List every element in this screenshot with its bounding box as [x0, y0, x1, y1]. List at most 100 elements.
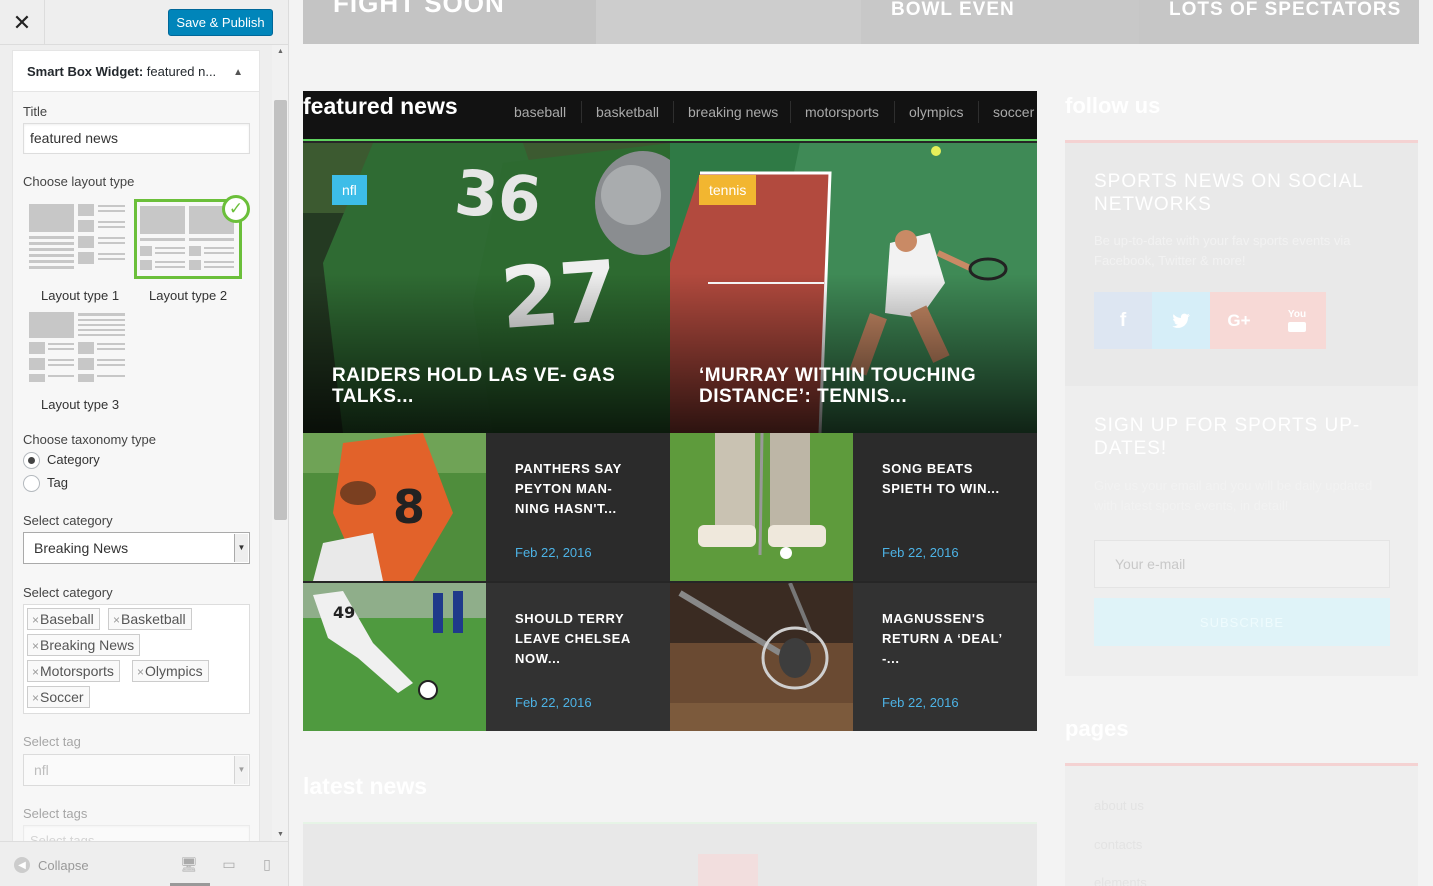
slide-title: BOWL EVEN	[891, 0, 1015, 20]
featured-news-header: featured news baseball basketball breaki…	[303, 91, 1037, 141]
widget-header[interactable]: Smart Box Widget: featured n... ▲	[13, 51, 259, 92]
mobile-preview-icon[interactable]: ▯	[258, 856, 276, 872]
layout-type-3-option[interactable]	[25, 310, 133, 390]
post-date: Feb 22, 2016	[515, 695, 592, 710]
collapse-arrow-icon: ◀	[14, 857, 30, 873]
featured-post-card[interactable]: 36 27 nfl RAIDERS HOLD LAS VE- GAS TALKS…	[303, 143, 670, 433]
taxonomy-tag-label: Tag	[47, 475, 68, 490]
category-tag-baseball[interactable]: ×Baseball	[27, 608, 100, 630]
remove-icon[interactable]: ×	[32, 665, 39, 679]
post-thumbnail[interactable]: 49	[303, 583, 486, 731]
post-date: Feb 22, 2016	[882, 695, 959, 710]
category-tag-soccer[interactable]: ×Soccer	[27, 686, 90, 708]
tag-label: Olympics	[145, 663, 203, 679]
page-link-about[interactable]: about us	[1094, 798, 1144, 813]
category-multiselect[interactable]: ×Baseball ×Basketball ×Breaking News ×Mo…	[23, 604, 250, 714]
widget-name: Smart Box Widget:	[27, 63, 144, 79]
widget-title-preview: featured n...	[143, 63, 217, 79]
tab-basketball[interactable]: basketball	[581, 101, 673, 123]
featured-post-card[interactable]: tennis ‘MURRAY WITHIN TOUCHING DISTANCE’…	[670, 143, 1037, 433]
category-tag-olympics[interactable]: ×Olympics	[132, 660, 209, 682]
category-badge-tennis[interactable]: tennis	[699, 175, 757, 205]
post-thumbnail[interactable]	[670, 583, 853, 731]
desktop-preview-icon[interactable]: 🖥	[180, 856, 198, 872]
customizer-panel: Smart Box Widget: featured n... ▲ Title …	[0, 45, 288, 841]
collapse-button[interactable]: ◀ Collapse	[14, 857, 89, 873]
tab-breaking-news[interactable]: breaking news	[673, 101, 792, 123]
subscribe-button[interactable]: SUBSCRIBE	[1094, 598, 1390, 646]
scrollbar-thumb[interactable]	[274, 100, 287, 520]
twitter-bird-icon	[1172, 313, 1190, 328]
tag-label: Basketball	[121, 611, 186, 627]
category-select-value: Breaking News	[34, 540, 129, 556]
post-title[interactable]: SHOULD TERRY LEAVE CHELSEA NOW...	[515, 609, 645, 669]
newsletter-text: Give us your email and you will be daily…	[1094, 478, 1373, 513]
post-title[interactable]: ‘MURRAY WITHIN TOUCHING DISTANCE’: TENNI…	[699, 365, 1019, 407]
tags-input[interactable]: Select tags	[23, 825, 250, 841]
youtube-icon[interactable]: You	[1268, 292, 1326, 349]
category-tag-motorsports[interactable]: ×Motorsports	[27, 660, 120, 682]
slide-card[interactable]: FIGHT SOON	[303, 0, 596, 44]
facebook-icon[interactable]: f	[1094, 292, 1152, 349]
category-select[interactable]: Breaking News ▼	[23, 532, 250, 564]
layout-type-1-option[interactable]	[25, 200, 133, 280]
remove-icon[interactable]: ×	[32, 613, 39, 627]
layout-3-thumbnail-icon	[29, 312, 125, 382]
tab-motorsports[interactable]: motorsports	[790, 101, 893, 123]
scroll-down-icon[interactable]: ▼	[277, 831, 284, 838]
dropdown-caret-icon: ▼	[234, 534, 248, 562]
post-card[interactable]: 49 SHOULD TERRY LEAVE CHELSEA NOW... Feb…	[303, 583, 670, 731]
dropdown-caret-icon: ▼	[234, 756, 248, 784]
tag-label: Breaking News	[40, 637, 135, 653]
taxonomy-category-radio[interactable]	[23, 452, 40, 469]
category-badge	[698, 854, 758, 886]
google-plus-icon[interactable]: G+	[1210, 292, 1268, 349]
tablet-preview-icon[interactable]: ▭	[220, 856, 238, 872]
post-title[interactable]: MAGNUSSEN'S RETURN A ‘DEAL’ -...	[882, 609, 1012, 669]
taxonomy-type-label: Choose taxonomy type	[23, 432, 156, 447]
post-card[interactable]: MAGNUSSEN'S RETURN A ‘DEAL’ -... Feb 22,…	[670, 583, 1037, 731]
tag-select[interactable]: nfl ▼	[23, 754, 250, 786]
social-widget-text: Be up-to-date with your fav sports event…	[1094, 233, 1351, 268]
post-card[interactable]: 8 PANTHERS SAY PEYTON MAN- NING HASN'T..…	[303, 433, 670, 581]
slide-card[interactable]	[596, 0, 861, 44]
scroll-up-icon[interactable]: ▲	[277, 48, 284, 55]
remove-icon[interactable]: ×	[32, 691, 39, 705]
post-thumbnail[interactable]: 8	[303, 433, 486, 581]
golfer-image	[670, 433, 853, 581]
tag-label: Motorsports	[40, 663, 114, 679]
post-card[interactable]: SONG BEATS SPIETH TO WIN... Feb 22, 2016	[670, 433, 1037, 581]
tab-soccer[interactable]: soccer	[978, 101, 1048, 123]
sidebar-scrollbar[interactable]: ▲ ▼	[272, 45, 288, 841]
pages-widget	[1065, 766, 1418, 886]
right-sidebar: follow us SPORTS NEWS ON SOCIAL NETWORKS…	[1065, 0, 1419, 886]
taxonomy-category-label: Category	[47, 452, 100, 467]
twitter-icon[interactable]	[1152, 292, 1210, 349]
remove-icon[interactable]: ×	[113, 613, 120, 627]
page-link-elements[interactable]: elements	[1094, 875, 1147, 886]
page-link-contacts[interactable]: contacts	[1094, 837, 1142, 852]
close-icon[interactable]: ✕	[0, 0, 45, 45]
post-title[interactable]: SONG BEATS SPIETH TO WIN...	[882, 459, 1012, 499]
layout-type-2-label: Layout type 2	[149, 288, 228, 303]
taxonomy-tag-radio[interactable]	[23, 475, 40, 492]
email-input[interactable]: Your e-mail	[1094, 540, 1390, 588]
select-categories-label: Select category	[23, 585, 113, 600]
collapse-arrow-icon[interactable]: ▲	[233, 67, 243, 78]
post-thumbnail[interactable]	[670, 433, 853, 581]
post-title[interactable]: PANTHERS SAY PEYTON MAN- NING HASN'T...	[515, 459, 645, 519]
category-badge-nfl[interactable]: nfl	[332, 175, 367, 205]
remove-icon[interactable]: ×	[137, 665, 144, 679]
category-tag-basketball[interactable]: ×Basketball	[108, 608, 192, 630]
collapse-label: Collapse	[38, 857, 89, 873]
tag-select-value: nfl	[34, 762, 49, 778]
tab-baseball[interactable]: baseball	[500, 101, 580, 123]
save-publish-button[interactable]: Save & Publish	[168, 9, 273, 36]
title-input[interactable]: featured news	[23, 123, 250, 154]
category-tag-breaking-news[interactable]: ×Breaking News	[27, 634, 141, 656]
layout-type-1-label: Layout type 1	[41, 288, 120, 303]
post-title[interactable]: RAIDERS HOLD LAS VE- GAS TALKS...	[332, 365, 652, 407]
widget-form: Title featured news Choose layout type L…	[13, 92, 259, 841]
tab-olympics[interactable]: olympics	[894, 101, 977, 123]
remove-icon[interactable]: ×	[32, 639, 39, 653]
